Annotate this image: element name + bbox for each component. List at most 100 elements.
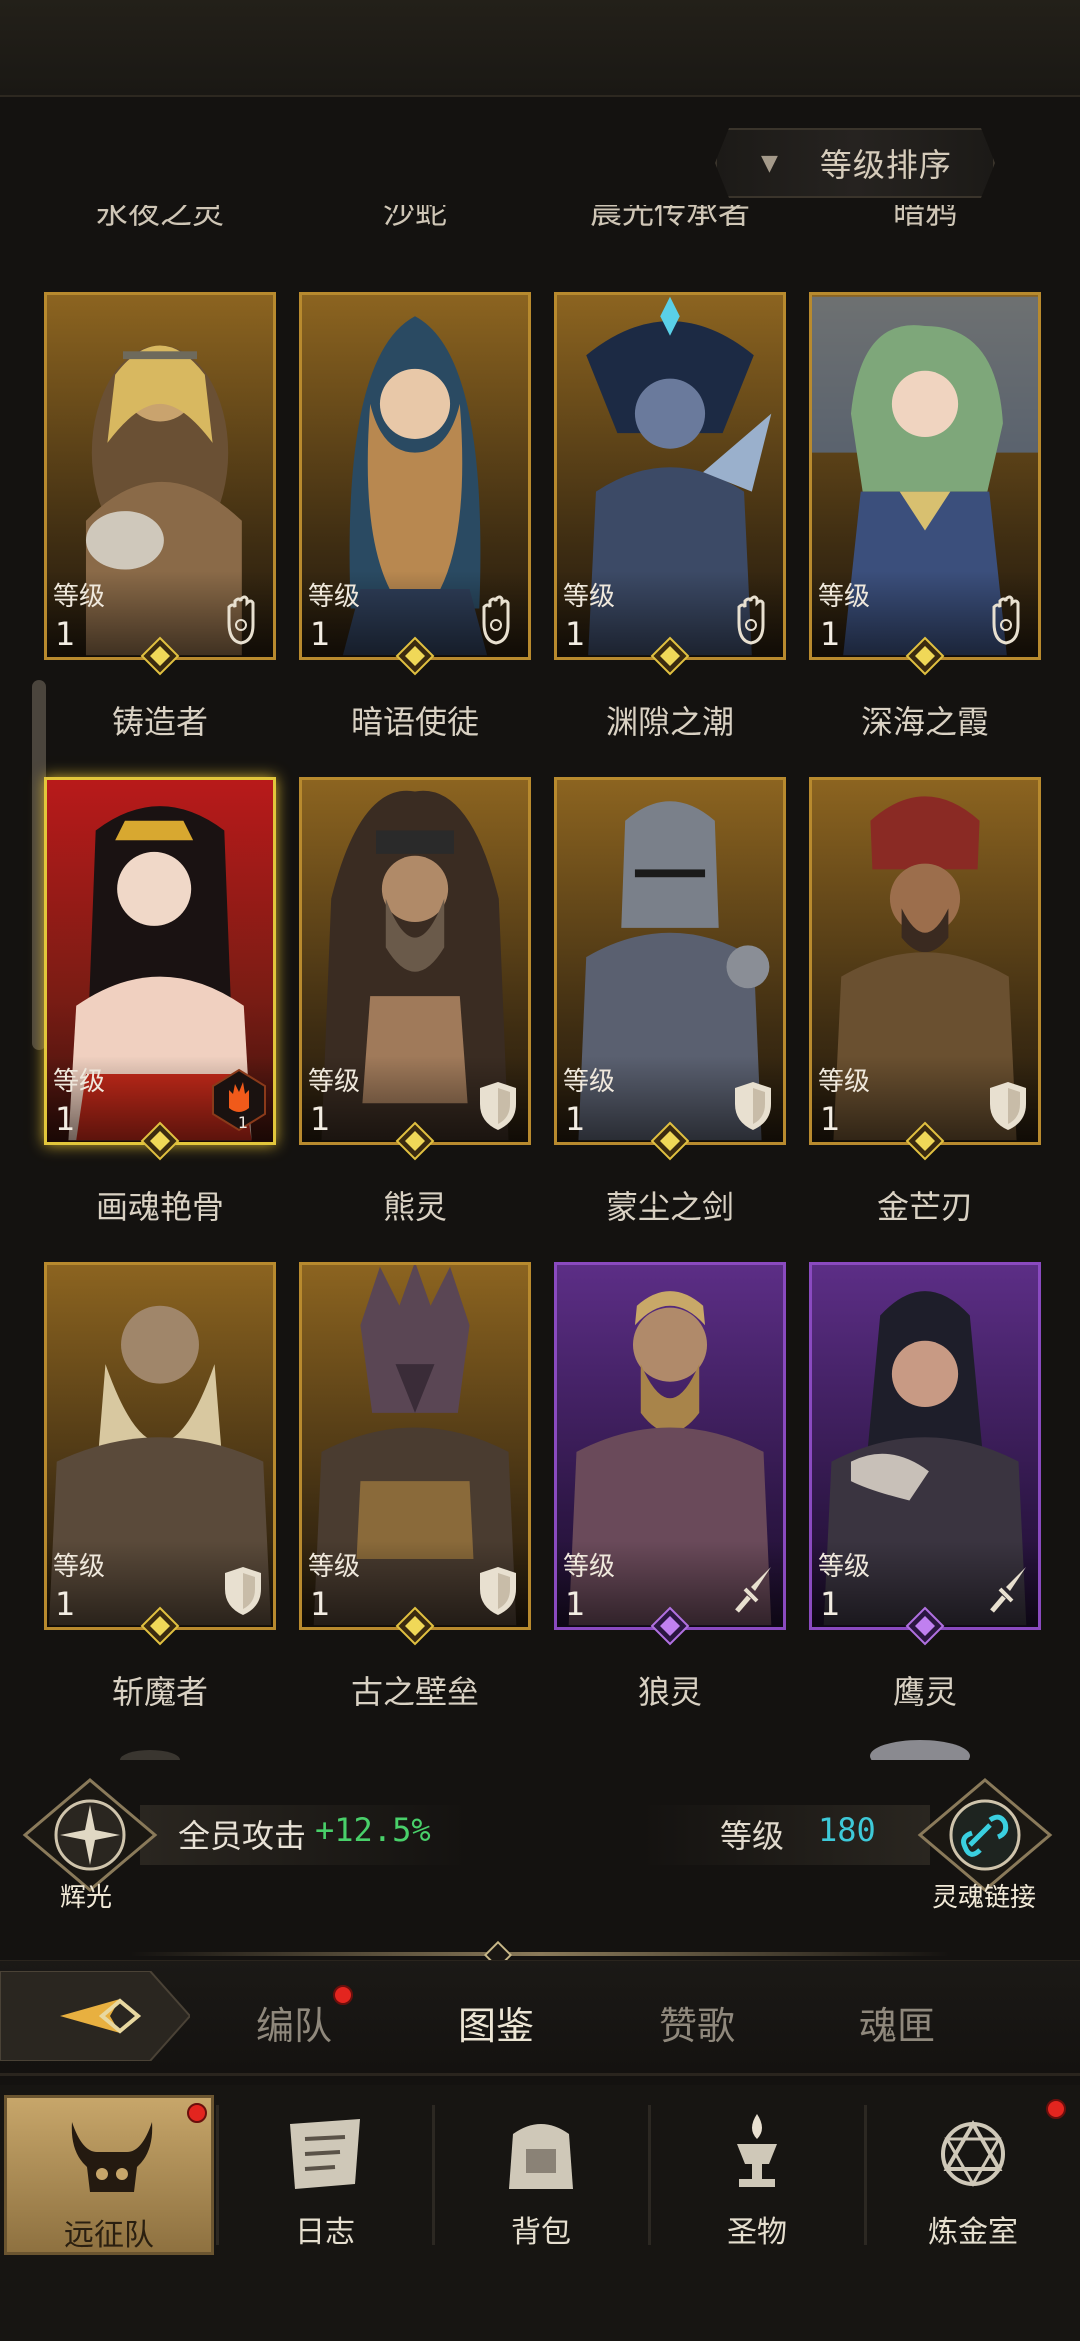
grail-icon xyxy=(737,2114,777,2187)
notification-dot xyxy=(333,1985,353,2005)
level-label: 等级 xyxy=(53,582,106,612)
level-label: 等级 xyxy=(308,1552,361,1582)
level-value: 1 xyxy=(310,615,331,653)
scroll-icon xyxy=(290,2119,360,2189)
attack-value: +12.5% xyxy=(315,1811,431,1849)
rarity-gem-icon xyxy=(650,636,690,676)
rarity-gem-icon xyxy=(140,1606,180,1646)
sort-label: 等级排序 xyxy=(819,146,952,184)
tab-label: 魂匣 xyxy=(858,2004,935,2048)
hero-card[interactable]: 等级 1 古之壁垒 xyxy=(299,1262,531,1711)
shield-icon xyxy=(735,1082,771,1130)
rarity-gem-icon xyxy=(395,1606,435,1646)
hero-card[interactable]: 等级 1 暗语使徒 xyxy=(299,292,531,741)
hero-card[interactable]: 等级 1 1 画魂艳骨 xyxy=(44,777,276,1226)
nav-relics[interactable]: 圣物 xyxy=(652,2095,862,2255)
rarity-gem-icon xyxy=(395,636,435,676)
sword-icon xyxy=(990,1567,1026,1613)
nav-backpack[interactable]: 背包 xyxy=(436,2095,646,2255)
level-value: 1 xyxy=(565,615,586,653)
level-value: 180 xyxy=(818,1811,876,1849)
level-label: 等级 xyxy=(563,1552,616,1582)
tab-codex[interactable]: 图鉴 xyxy=(426,1995,566,2050)
hero-name: 铸造者 xyxy=(111,703,208,741)
top-bar xyxy=(0,0,1080,97)
level-value: 1 xyxy=(820,1585,841,1623)
nav-alchemy[interactable]: 炼金室 xyxy=(868,2095,1078,2255)
hero-card[interactable]: 等级 1 深海之霞 xyxy=(809,292,1041,741)
hand-icon xyxy=(737,595,765,645)
total-level: 等级 180 xyxy=(640,1805,930,1865)
shield-icon xyxy=(480,1082,516,1130)
hero-name: 蒙尘之剑 xyxy=(605,1188,734,1226)
rarity-gem-icon xyxy=(905,1606,945,1646)
partial-hero-name: 沙蛇 xyxy=(382,205,447,231)
hero-name: 狼灵 xyxy=(637,1673,702,1711)
hero-name: 暗语使徒 xyxy=(350,703,479,741)
shield-icon xyxy=(225,1567,261,1615)
tab-soul-box[interactable]: 魂匣 xyxy=(827,1995,967,2050)
hand-icon xyxy=(992,595,1020,645)
hero-card[interactable]: 等级 1 渊隙之潮 xyxy=(554,292,786,741)
hero-name: 深海之霞 xyxy=(860,703,989,741)
dropdown-arrow-icon: ▼ xyxy=(761,150,778,176)
level-value: 1 xyxy=(310,1100,331,1138)
level-value: 1 xyxy=(820,615,841,653)
level-label: 等级 xyxy=(818,582,871,612)
partial-hero-names-row: 永夜之灵 沙蛇 晨光传承者 暗鸦 xyxy=(0,205,1080,235)
nav-journal[interactable]: 日志 xyxy=(220,2095,430,2255)
tab-label: 图鉴 xyxy=(457,2004,534,2048)
alchemy-icon xyxy=(941,2120,1005,2187)
level-value: 1 xyxy=(55,1100,76,1138)
level-label: 等级 xyxy=(563,1067,616,1097)
hero-name: 熊灵 xyxy=(382,1188,447,1226)
back-arrow-icon[interactable] xyxy=(0,1971,190,2061)
level-label: 等级 xyxy=(563,582,616,612)
nav-expedition[interactable]: 远征队 xyxy=(4,2095,214,2255)
hero-card[interactable]: 等级 1 鹰灵 xyxy=(809,1262,1041,1711)
radiance-label: 辉光 xyxy=(60,1883,113,1913)
level-value: 1 xyxy=(55,615,76,653)
rarity-gem-icon xyxy=(905,1121,945,1161)
hero-name: 画魂艳骨 xyxy=(95,1188,224,1226)
nav-label: 远征队 xyxy=(64,2218,154,2253)
attack-label: 全员攻击 xyxy=(178,1817,307,1855)
level-label: 等级 xyxy=(818,1067,871,1097)
horned-helmet-icon xyxy=(71,2122,153,2192)
hero-card[interactable]: 等级 1 蒙尘之剑 xyxy=(554,777,786,1226)
shield-icon xyxy=(990,1082,1026,1130)
soul-link-button[interactable]: 灵魂链接 xyxy=(910,1775,1060,1925)
radiance-button[interactable]: 辉光 xyxy=(15,1775,165,1925)
hero-card[interactable]: 等级 1 金芒刃 xyxy=(809,777,1041,1226)
level-value: 1 xyxy=(565,1100,586,1138)
badge-count: 1 xyxy=(237,1113,248,1132)
hero-name: 鹰灵 xyxy=(892,1673,957,1711)
next-row-peek xyxy=(120,1740,970,1760)
tab-hymn[interactable]: 赞歌 xyxy=(627,1995,767,2050)
hero-name: 金芒刃 xyxy=(876,1188,973,1226)
nav-label: 日志 xyxy=(295,2215,355,2250)
hero-card[interactable]: 等级 1 狼灵 xyxy=(554,1262,786,1711)
nav-label: 背包 xyxy=(511,2215,571,2250)
partial-hero-name: 永夜之灵 xyxy=(95,205,224,231)
notification-dot xyxy=(1046,2099,1066,2119)
hero-name: 渊隙之潮 xyxy=(605,703,734,741)
hero-card[interactable]: 等级 1 铸造者 xyxy=(44,292,276,741)
team-bonus-bar: 全员攻击 +12.5% 等级 180 辉光 灵魂链接 xyxy=(0,1775,1080,1935)
sort-by-level-button[interactable]: ▼ 等级排序 xyxy=(715,128,995,198)
nav-label: 炼金室 xyxy=(928,2215,1018,2250)
tab-label: 赞歌 xyxy=(658,2004,735,2048)
level-label: 等级 xyxy=(53,1067,106,1097)
level-value: 1 xyxy=(820,1100,841,1138)
hero-card[interactable]: 等级 1 斩魔者 xyxy=(44,1262,276,1711)
hand-icon xyxy=(227,595,255,645)
soul-link-label: 灵魂链接 xyxy=(932,1883,1037,1913)
level-value: 1 xyxy=(310,1585,331,1623)
level-label: 等级 xyxy=(308,1067,361,1097)
attack-bonus: 全员攻击 +12.5% xyxy=(140,1805,470,1865)
rarity-gem-icon xyxy=(650,1121,690,1161)
hero-name: 斩魔者 xyxy=(111,1673,208,1711)
sub-tab-bar: 编队 图鉴 赞歌 魂匣 xyxy=(0,1960,1080,2076)
rarity-gem-icon xyxy=(650,1606,690,1646)
hero-card[interactable]: 等级 1 熊灵 xyxy=(299,777,531,1226)
